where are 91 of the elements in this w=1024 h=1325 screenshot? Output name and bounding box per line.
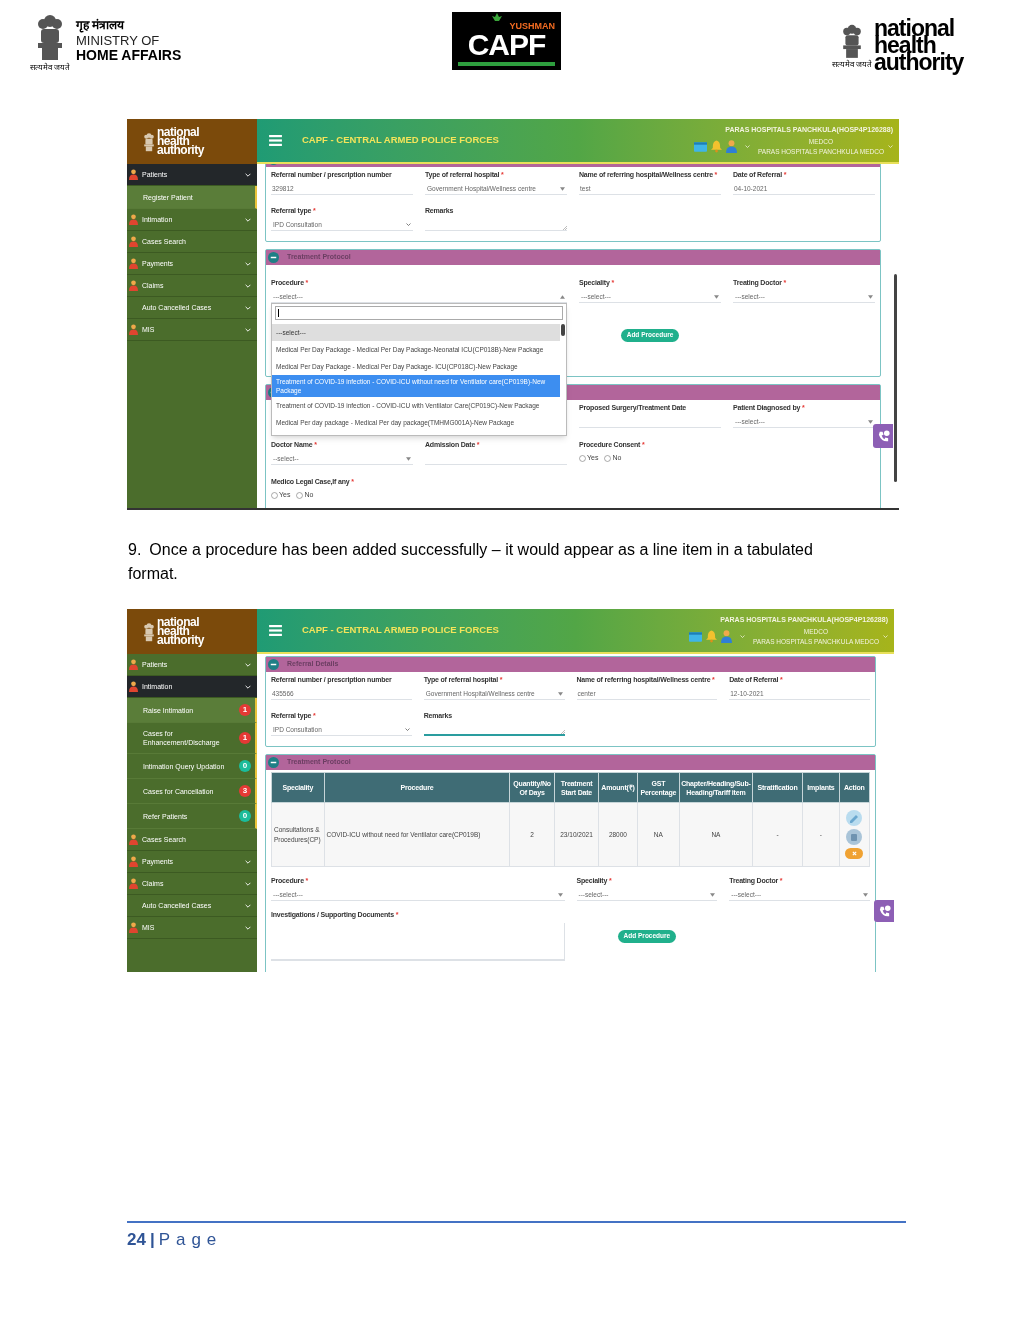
person-icon <box>129 681 138 692</box>
person-icon <box>129 214 138 225</box>
user-icon[interactable] <box>720 630 732 644</box>
caret-down-icon <box>714 294 719 299</box>
emblem-icon <box>143 131 155 152</box>
phone-icon <box>877 904 891 918</box>
person-icon <box>129 169 138 180</box>
collapse-icon[interactable] <box>268 757 279 768</box>
caret-down-icon <box>863 892 868 897</box>
chevron-down-icon <box>245 881 251 886</box>
bell-icon[interactable] <box>705 630 717 644</box>
person-icon <box>129 878 138 889</box>
close-icon <box>851 851 857 856</box>
collapse-icon[interactable] <box>268 252 279 263</box>
emblem-icon <box>143 621 155 642</box>
chevron-down-icon <box>404 728 410 731</box>
chevron-down-icon <box>883 635 888 639</box>
scroll-bar[interactable] <box>561 324 565 336</box>
resize-grip-icon <box>563 226 567 230</box>
caret-down-icon <box>557 691 563 696</box>
document-icon[interactable] <box>846 829 863 845</box>
emblem-icon <box>840 23 863 59</box>
chevron-down-icon <box>245 217 251 222</box>
collapse-icon[interactable] <box>268 659 279 670</box>
brand-wordmark: national health authority <box>157 618 206 645</box>
caret-down-icon <box>560 186 565 191</box>
person-icon <box>129 659 138 670</box>
logo-subtext: YUSHMAN <box>509 22 555 31</box>
count-badge: 1 <box>239 704 251 716</box>
person-icon <box>129 324 138 335</box>
caret-down-icon <box>868 294 873 299</box>
caret-up-icon <box>560 294 565 299</box>
ministry-hindi-label: गृह मंत्रालय <box>76 18 126 33</box>
emblem-icon <box>35 12 65 62</box>
text-cursor <box>278 309 279 317</box>
chevron-down-icon <box>245 283 251 288</box>
chevron-down-icon <box>739 635 745 639</box>
count-badge: 0 <box>239 810 251 822</box>
caret-down-icon <box>557 892 563 897</box>
scroll-bar[interactable] <box>894 274 897 482</box>
chat-button[interactable] <box>874 900 894 922</box>
caption-text: 9. Once a procedure has been added successfully – it would appear as a line item in a tabulated format. <box>128 540 814 584</box>
department-label: HOME AFFAIRS <box>76 48 182 63</box>
caret-down-icon <box>710 892 716 897</box>
chevron-down-icon <box>888 145 893 149</box>
delete-button[interactable] <box>845 848 864 859</box>
window-icon[interactable] <box>688 631 702 642</box>
motto-text: सत्यमेव जयते <box>29 62 71 74</box>
separator-text: | <box>149 1229 155 1251</box>
app-title: CAPF - CENTRAL ARMED POLICE FORCES <box>302 623 499 638</box>
count-badge: 3 <box>239 785 251 797</box>
chevron-down-icon <box>245 903 251 908</box>
chevron-down-icon <box>245 925 251 930</box>
chevron-down-icon <box>245 859 251 864</box>
person-icon <box>129 258 138 269</box>
chevron-down-icon <box>245 305 251 310</box>
edit-icon[interactable] <box>846 810 863 826</box>
menu-icon[interactable] <box>269 625 282 636</box>
caret-down-icon <box>406 456 411 461</box>
chevron-down-icon <box>245 261 251 266</box>
search-field[interactable] <box>275 306 563 320</box>
motto-text: सत्यमेव जयते <box>831 59 872 71</box>
count-badge: 0 <box>239 760 251 772</box>
menu-icon[interactable] <box>269 135 282 146</box>
chevron-down-icon <box>245 327 251 332</box>
documents-field[interactable] <box>271 923 565 961</box>
chevron-down-icon <box>245 172 251 177</box>
person-icon <box>129 280 138 291</box>
window-icon[interactable] <box>693 141 707 152</box>
chat-button[interactable] <box>873 424 893 448</box>
person-icon <box>129 922 138 933</box>
brand-wordmark: national health authority <box>157 128 206 155</box>
chevron-down-icon <box>406 223 411 226</box>
logo-text: CAPF <box>467 30 546 60</box>
chevron-down-icon <box>744 145 750 149</box>
page-label: Page <box>158 1229 223 1251</box>
person-icon <box>129 834 138 845</box>
leaf-icon <box>492 13 502 21</box>
person-icon <box>129 236 138 247</box>
app-title: CAPF - CENTRAL ARMED POLICE FORCES <box>302 133 499 148</box>
chevron-down-icon <box>245 662 251 667</box>
resize-grip-icon <box>560 730 565 734</box>
caret-down-icon <box>868 419 873 424</box>
person-icon <box>129 856 138 867</box>
user-icon[interactable] <box>725 140 737 154</box>
bell-icon[interactable] <box>710 140 722 154</box>
ministry-label: MINISTRY OF <box>76 33 161 48</box>
page-number: 24 <box>127 1229 146 1251</box>
phone-icon <box>876 429 890 443</box>
count-badge: 1 <box>239 732 251 744</box>
chevron-down-icon <box>245 684 251 689</box>
